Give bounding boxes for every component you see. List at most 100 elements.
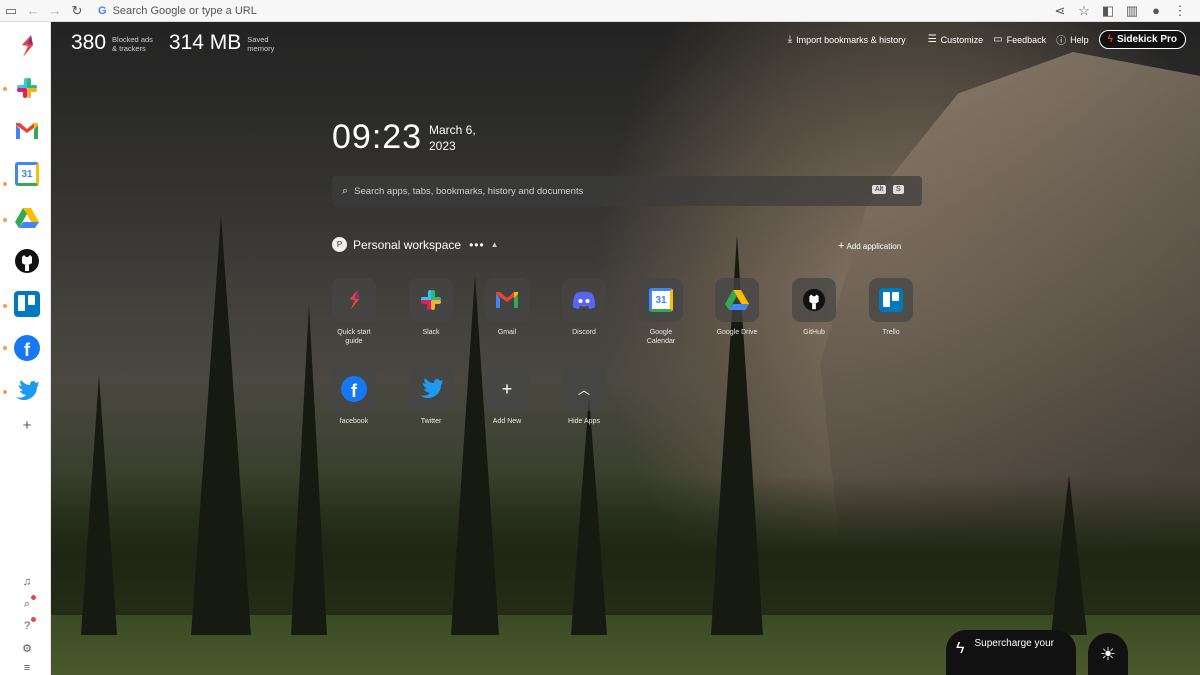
new-tab-page: 380 Blocked ads & trackers 314 MB Saved me…: [51, 22, 1200, 675]
app-tile[interactable]: [562, 278, 606, 322]
background-tree: [571, 395, 607, 635]
slack-icon: [421, 290, 441, 310]
app-quick-start-guide[interactable]: Quick start guide: [324, 278, 384, 346]
trello-icon: [14, 291, 40, 317]
search-icon[interactable]: ⌕: [20, 595, 36, 611]
app-label: facebook: [339, 418, 369, 425]
back-icon[interactable]: ←: [22, 0, 44, 22]
browser-toolbar: ▭ ← → ↻ G ⋖ ☆ ◧ ▥ ● ⋮: [0, 0, 1200, 22]
github-icon: [802, 288, 826, 312]
profile-icon[interactable]: ●: [1144, 0, 1168, 22]
app-label: Gmail: [497, 329, 517, 336]
help-icon[interactable]: ?: [20, 617, 36, 633]
sidebar-app-trello[interactable]: [13, 290, 41, 318]
menu-kebab-icon[interactable]: ⋮: [1168, 0, 1192, 22]
workspace-more-icon[interactable]: •••: [469, 238, 485, 252]
google-drive-icon: [15, 208, 39, 228]
sidebar-app-google-calendar[interactable]: 31: [13, 160, 41, 188]
sidekick-logo-icon: ϟ: [1107, 34, 1113, 45]
supercharge-banner[interactable]: ϟ Supercharge your: [946, 630, 1076, 675]
sidebar-app-google-drive[interactable]: [13, 204, 41, 232]
app-label: Discord: [572, 329, 596, 336]
settings-gear-icon[interactable]: ⚙: [20, 641, 34, 655]
app-tile[interactable]: [869, 278, 913, 322]
lightbulb-icon[interactable]: ☀: [1088, 633, 1128, 675]
app-label: Twitter: [420, 418, 442, 425]
background-tree: [1051, 475, 1087, 635]
app-slack[interactable]: Slack: [401, 278, 461, 337]
workspace-avatar[interactable]: P: [332, 237, 347, 252]
help-link[interactable]: ⓘ Help: [1056, 32, 1089, 48]
sidekick-pro-button[interactable]: ϟ Sidekick Pro: [1098, 30, 1186, 49]
reload-icon[interactable]: ↻: [66, 0, 88, 22]
app-tile[interactable]: ︿: [562, 367, 606, 411]
menu-lines-icon[interactable]: ≡: [20, 661, 34, 675]
app-tile[interactable]: [485, 278, 529, 322]
omnibox[interactable]: G: [98, 0, 1048, 22]
app-tile[interactable]: [715, 278, 759, 322]
search-bar[interactable]: ⌕ Alt S: [332, 176, 922, 206]
notification-dot: [3, 390, 7, 394]
notification-dot: [3, 346, 7, 350]
app-add-new[interactable]: + Add New: [477, 367, 537, 426]
bookmark-star-icon[interactable]: ☆: [1072, 0, 1096, 22]
app-trello[interactable]: Trello: [861, 278, 921, 337]
sidebar-app-gmail[interactable]: [13, 117, 41, 145]
app-github[interactable]: GitHub: [784, 278, 844, 337]
app-tile[interactable]: f: [332, 367, 376, 411]
app-tile[interactable]: +: [485, 367, 529, 411]
clock-time: 09:23: [332, 118, 423, 156]
app-label: Google Drive: [716, 329, 758, 336]
facebook-icon: f: [14, 335, 40, 361]
app-google-drive[interactable]: Google Drive: [707, 278, 767, 337]
app-google-calendar[interactable]: 31 Google Calendar: [631, 278, 691, 346]
calendar-icon: 31: [15, 162, 39, 186]
sidebar-app-slack[interactable]: [13, 74, 41, 102]
shortcut-key-s: S: [893, 185, 904, 194]
add-sidebar-app-button[interactable]: +: [20, 417, 34, 434]
sidebar-toggle-icon[interactable]: ▭: [0, 0, 22, 22]
share-icon[interactable]: ⋖: [1048, 0, 1072, 22]
twitter-icon: [420, 378, 443, 399]
notification-dot: [31, 595, 36, 600]
blocked-count: 380: [71, 31, 107, 54]
forward-icon[interactable]: →: [44, 0, 66, 22]
app-tile[interactable]: [409, 367, 453, 411]
workspace-title[interactable]: Personal workspace: [353, 238, 461, 252]
chevron-up-icon[interactable]: ▲: [491, 240, 499, 249]
customize-link[interactable]: ☰ Customize: [928, 34, 983, 45]
plus-icon: +: [838, 240, 845, 252]
help-circle-icon: ⓘ: [1056, 36, 1067, 47]
notifications-bell-icon[interactable]: ♫: [20, 575, 34, 589]
import-bookmarks-link[interactable]: ⤓ Import bookmarks & history: [788, 34, 906, 45]
sidebar-app-twitter[interactable]: [13, 377, 41, 405]
app-tile[interactable]: [409, 278, 453, 322]
app-hide-apps[interactable]: ︿ Hide Apps: [554, 367, 614, 426]
header-links: ⤓ Import bookmarks & history ☰ Customize ▭…: [788, 30, 1186, 49]
side-panel-icon[interactable]: ◧: [1096, 0, 1120, 22]
blocked-label: Blocked ads & trackers: [112, 35, 153, 53]
search-input[interactable]: [354, 185, 855, 197]
app-discord[interactable]: Discord: [554, 278, 614, 337]
add-application-button[interactable]: + Add application: [838, 240, 901, 252]
app-label: Google Calendar: [646, 329, 676, 345]
notification-dot: [3, 182, 7, 186]
app-tile[interactable]: 31: [639, 278, 683, 322]
app-tile[interactable]: [792, 278, 836, 322]
sidebar-app-facebook[interactable]: f: [13, 334, 41, 362]
feedback-link[interactable]: ▭ Feedback: [993, 34, 1046, 45]
url-input[interactable]: [112, 4, 513, 17]
background-tree: [81, 375, 117, 635]
sidebar-app-sidekick[interactable]: [13, 32, 41, 60]
app-gmail[interactable]: Gmail: [477, 278, 537, 337]
chevron-up-icon: ︿: [577, 382, 590, 397]
plus-icon: +: [501, 378, 513, 399]
app-label: Trello: [882, 329, 900, 336]
sidebar-app-github[interactable]: [13, 247, 41, 275]
app-tile[interactable]: [332, 278, 376, 322]
split-view-icon[interactable]: ▥: [1120, 0, 1144, 22]
app-label: Add New: [492, 418, 522, 425]
app-facebook[interactable]: f facebook: [324, 367, 384, 426]
slack-icon: [17, 78, 37, 98]
app-twitter[interactable]: Twitter: [401, 367, 461, 426]
